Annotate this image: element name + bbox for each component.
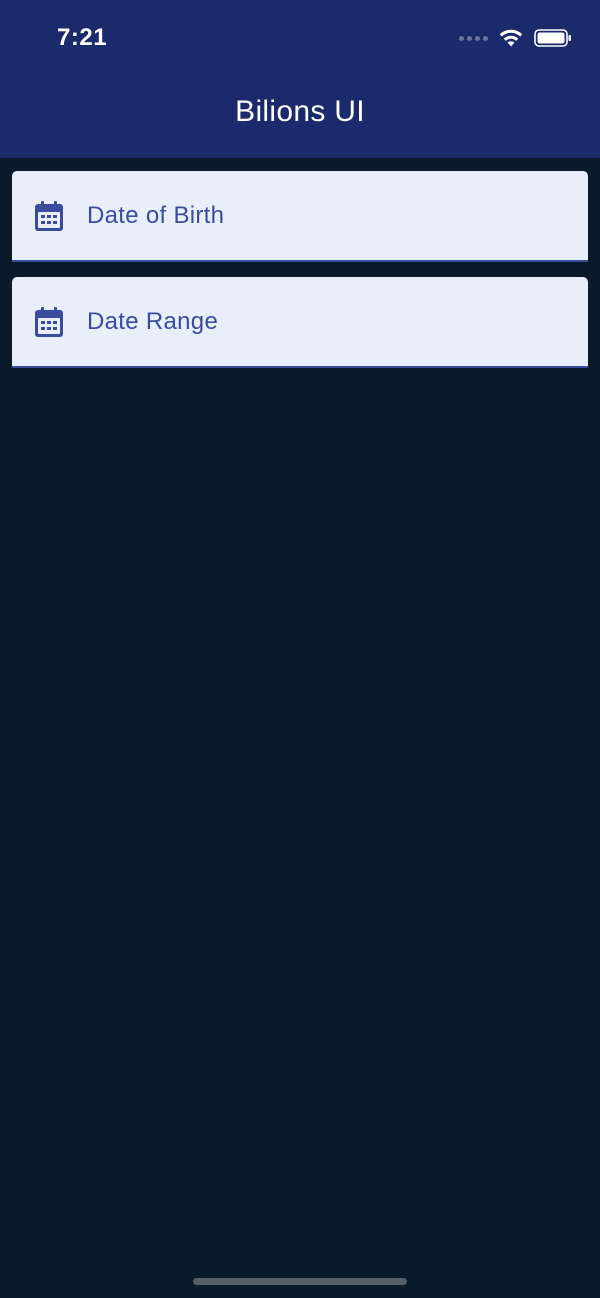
date-of-birth-label: Date of Birth [87, 201, 225, 229]
calendar-icon [35, 306, 63, 337]
date-of-birth-field[interactable]: Date of Birth [12, 171, 588, 262]
calendar-icon [35, 200, 63, 231]
date-range-field[interactable]: Date Range [12, 277, 588, 368]
app-bar: 7:21 Bilions UI [0, 0, 600, 158]
page-title: Bilions UI [235, 95, 365, 128]
date-range-label: Date Range [87, 307, 219, 335]
screen: 7:21 Bilions UI Date of Birth Date Range [0, 0, 600, 1298]
signal-dots-icon [459, 35, 488, 41]
status-icons [459, 26, 572, 50]
wifi-icon [499, 29, 523, 47]
battery-icon [534, 29, 571, 47]
home-indicator[interactable] [193, 1278, 407, 1285]
status-time: 7:21 [57, 24, 108, 51]
